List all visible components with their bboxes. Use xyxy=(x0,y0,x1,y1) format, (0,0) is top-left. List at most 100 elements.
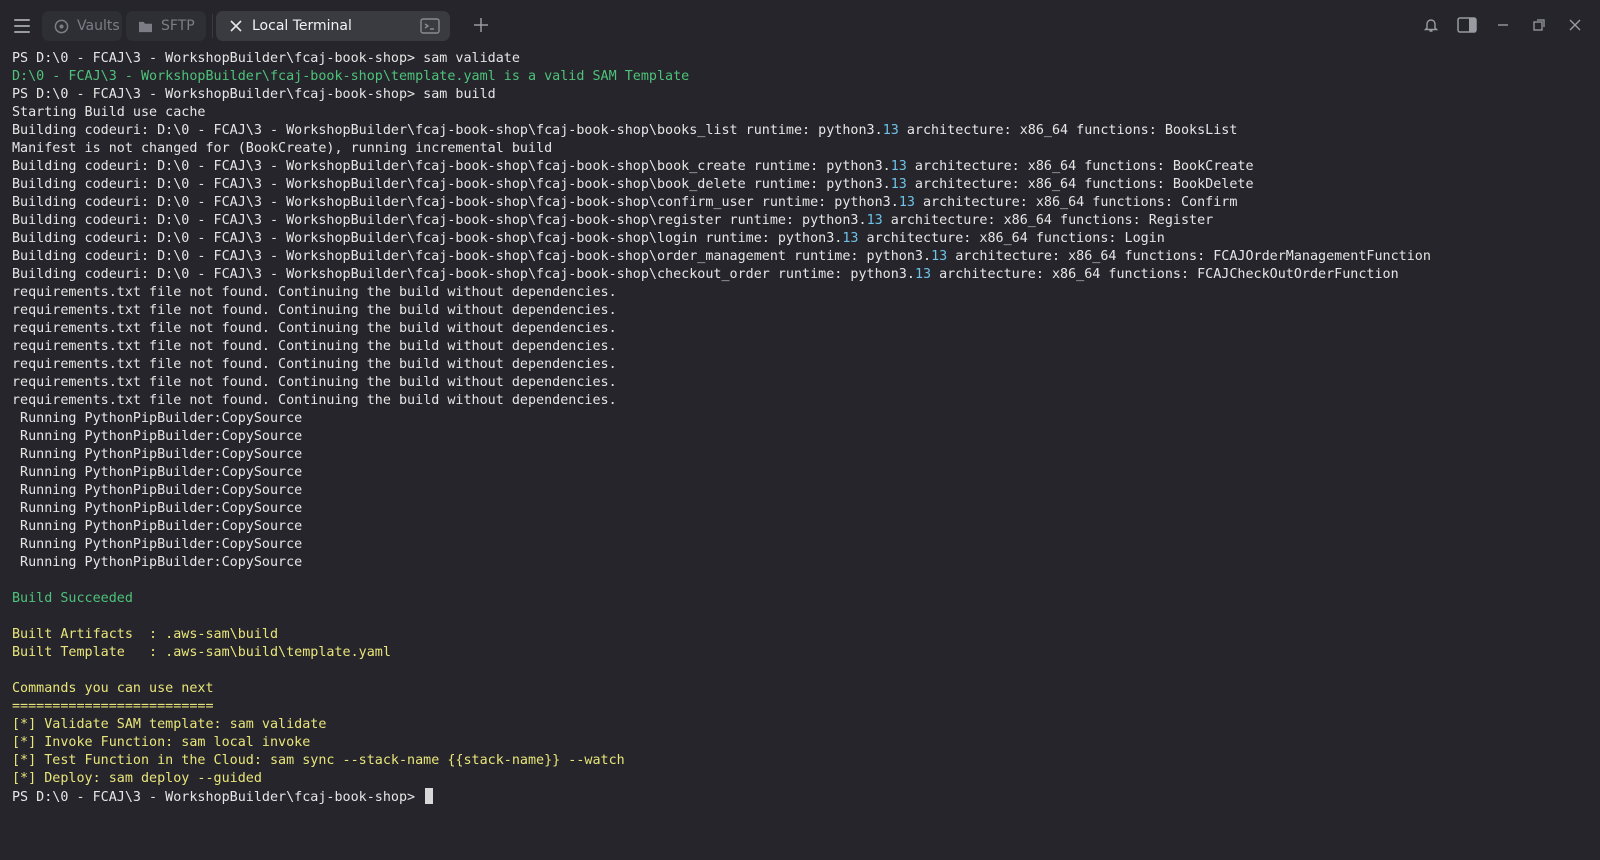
terminal-icon[interactable] xyxy=(420,18,440,38)
terminal-line: requirements.txt file not found. Continu… xyxy=(12,374,1592,392)
terminal-line: requirements.txt file not found. Continu… xyxy=(12,320,1592,338)
terminal-text: architecture: x86_64 functions: FCAJChec… xyxy=(931,267,1399,282)
restore-icon[interactable] xyxy=(1528,14,1550,36)
terminal-output[interactable]: PS D:\0 - FCAJ\3 - WorkshopBuilder\fcaj-… xyxy=(12,50,1592,850)
terminal-text: architecture: x86_64 functions: Register xyxy=(882,213,1214,228)
terminal-line: Built Artifacts : .aws-sam\build xyxy=(12,626,1592,644)
terminal-text: [*] Invoke Function: sam local invoke xyxy=(12,735,311,750)
terminal-text: Building codeuri: D:\0 - FCAJ\3 - Worksh… xyxy=(12,159,891,174)
terminal-text: Building codeuri: D:\0 - FCAJ\3 - Worksh… xyxy=(12,249,932,264)
terminal-line: Building codeuri: D:\0 - FCAJ\3 - Worksh… xyxy=(12,248,1592,266)
terminal-text: requirements.txt file not found. Continu… xyxy=(12,393,617,408)
terminal-text: Commands you can use next xyxy=(12,681,214,696)
title-bar: Vaults SFTP Local Terminal xyxy=(0,0,1600,52)
terminal-text: Building codeuri: D:\0 - FCAJ\3 - Worksh… xyxy=(12,195,899,210)
terminal-text: Running PythonPipBuilder:CopySource xyxy=(12,537,303,552)
terminal-text: Running PythonPipBuilder:CopySource xyxy=(12,429,303,444)
terminal-line: Commands you can use next xyxy=(12,680,1592,698)
terminal-text: 13 xyxy=(842,231,859,246)
terminal-line: Build Succeeded xyxy=(12,590,1592,608)
terminal-text: Building codeuri: D:\0 - FCAJ\3 - Worksh… xyxy=(12,177,891,192)
terminal-text: Build Succeeded xyxy=(12,591,133,606)
terminal-line: Running PythonPipBuilder:CopySource xyxy=(12,428,1592,446)
terminal-text: requirements.txt file not found. Continu… xyxy=(12,375,617,390)
terminal-line: requirements.txt file not found. Continu… xyxy=(12,302,1592,320)
terminal-line: Built Template : .aws-sam\build\template… xyxy=(12,644,1592,662)
window-controls xyxy=(1420,14,1586,36)
terminal-text: Running PythonPipBuilder:CopySource xyxy=(12,483,303,498)
plus-icon[interactable] xyxy=(470,14,492,36)
tab-vaults[interactable]: Vaults xyxy=(42,11,122,41)
vault-icon xyxy=(54,18,69,34)
tab-divider xyxy=(212,14,213,38)
terminal-text: architecture: x86_64 functions: Confirm xyxy=(914,195,1238,210)
terminal-text: Building codeuri: D:\0 - FCAJ\3 - Worksh… xyxy=(12,231,843,246)
terminal-text: ========================= xyxy=(12,699,214,714)
terminal-line: Running PythonPipBuilder:CopySource xyxy=(12,518,1592,536)
terminal-prompt-line[interactable]: PS D:\0 - FCAJ\3 - WorkshopBuilder\fcaj-… xyxy=(12,788,1592,806)
terminal-line: Running PythonPipBuilder:CopySource xyxy=(12,482,1592,500)
close-icon[interactable] xyxy=(228,18,244,34)
close-icon[interactable] xyxy=(1564,14,1586,36)
terminal-line: Running PythonPipBuilder:CopySource xyxy=(12,500,1592,518)
terminal-text: Manifest is not changed for (BookCreate)… xyxy=(12,141,553,156)
terminal-line: D:\0 - FCAJ\3 - WorkshopBuilder\fcaj-boo… xyxy=(12,68,1592,86)
hamburger-menu-icon[interactable] xyxy=(12,16,32,36)
tab-sftp[interactable]: SFTP xyxy=(126,11,206,41)
terminal-text: Running PythonPipBuilder:CopySource xyxy=(12,501,303,516)
terminal-text: Built Template : .aws-sam\build\template… xyxy=(12,645,391,660)
terminal-prompt: PS D:\0 - FCAJ\3 - WorkshopBuilder\fcaj-… xyxy=(12,790,424,805)
tab-local-terminal[interactable]: Local Terminal xyxy=(216,11,450,41)
terminal-line: Manifest is not changed for (BookCreate)… xyxy=(12,140,1592,158)
terminal-text: D:\0 - FCAJ\3 - WorkshopBuilder\fcaj-boo… xyxy=(12,69,690,84)
terminal-text: [*] Test Function in the Cloud: sam sync… xyxy=(12,753,625,768)
terminal-line: Running PythonPipBuilder:CopySource xyxy=(12,536,1592,554)
text-cursor xyxy=(425,788,434,804)
terminal-line: [*] Deploy: sam deploy --guided xyxy=(12,770,1592,788)
tab-label: Local Terminal xyxy=(252,18,352,34)
terminal-text: requirements.txt file not found. Continu… xyxy=(12,321,617,336)
terminal-line: Building codeuri: D:\0 - FCAJ\3 - Worksh… xyxy=(12,230,1592,248)
terminal-line: PS D:\0 - FCAJ\3 - WorkshopBuilder\fcaj-… xyxy=(12,50,1592,68)
terminal-text: Running PythonPipBuilder:CopySource xyxy=(12,411,303,426)
terminal-line: Starting Build use cache xyxy=(12,104,1592,122)
terminal-text: architecture: x86_64 functions: Login xyxy=(858,231,1165,246)
terminal-text: architecture: x86_64 functions: BookCrea… xyxy=(906,159,1254,174)
terminal-line: [*] Validate SAM template: sam validate xyxy=(12,716,1592,734)
terminal-text: 13 xyxy=(890,177,907,192)
split-panel-icon[interactable] xyxy=(1456,14,1478,36)
terminal-text: requirements.txt file not found. Continu… xyxy=(12,339,617,354)
terminal-line: requirements.txt file not found. Continu… xyxy=(12,356,1592,374)
terminal-text: Built Artifacts : .aws-sam\build xyxy=(12,627,279,642)
terminal-text: [*] Deploy: sam deploy --guided xyxy=(12,771,262,786)
terminal-line: Building codeuri: D:\0 - FCAJ\3 - Worksh… xyxy=(12,176,1592,194)
terminal-line: requirements.txt file not found. Continu… xyxy=(12,392,1592,410)
terminal-line: Running PythonPipBuilder:CopySource xyxy=(12,446,1592,464)
terminal-text: architecture: x86_64 functions: BookDele… xyxy=(906,177,1254,192)
terminal-text: PS D:\0 - FCAJ\3 - WorkshopBuilder\fcaj-… xyxy=(12,51,520,66)
minimize-icon[interactable] xyxy=(1492,14,1514,36)
terminal-line: Building codeuri: D:\0 - FCAJ\3 - Worksh… xyxy=(12,194,1592,212)
terminal-text: Building codeuri: D:\0 - FCAJ\3 - Worksh… xyxy=(12,123,883,138)
terminal-text: 13 xyxy=(898,195,915,210)
terminal-text: 13 xyxy=(890,159,907,174)
terminal-text: 13 xyxy=(882,123,899,138)
terminal-line: Building codeuri: D:\0 - FCAJ\3 - Worksh… xyxy=(12,266,1592,284)
terminal-text: architecture: x86_64 functions: BooksLis… xyxy=(898,123,1238,138)
terminal-text: Starting Build use cache xyxy=(12,105,206,120)
notification-bell-icon[interactable] xyxy=(1420,14,1442,36)
folder-icon xyxy=(138,18,153,34)
terminal-line: requirements.txt file not found. Continu… xyxy=(12,338,1592,356)
terminal-text: 13 xyxy=(931,249,948,264)
terminal-text: Running PythonPipBuilder:CopySource xyxy=(12,519,303,534)
terminal-line: Running PythonPipBuilder:CopySource xyxy=(12,464,1592,482)
terminal-text: requirements.txt file not found. Continu… xyxy=(12,357,617,372)
terminal-line: [*] Test Function in the Cloud: sam sync… xyxy=(12,752,1592,770)
terminal-line: Building codeuri: D:\0 - FCAJ\3 - Worksh… xyxy=(12,122,1592,140)
terminal-text: requirements.txt file not found. Continu… xyxy=(12,303,617,318)
terminal-text: requirements.txt file not found. Continu… xyxy=(12,285,617,300)
terminal-text: architecture: x86_64 functions: FCAJOrde… xyxy=(947,249,1431,264)
terminal-text: 13 xyxy=(866,213,883,228)
